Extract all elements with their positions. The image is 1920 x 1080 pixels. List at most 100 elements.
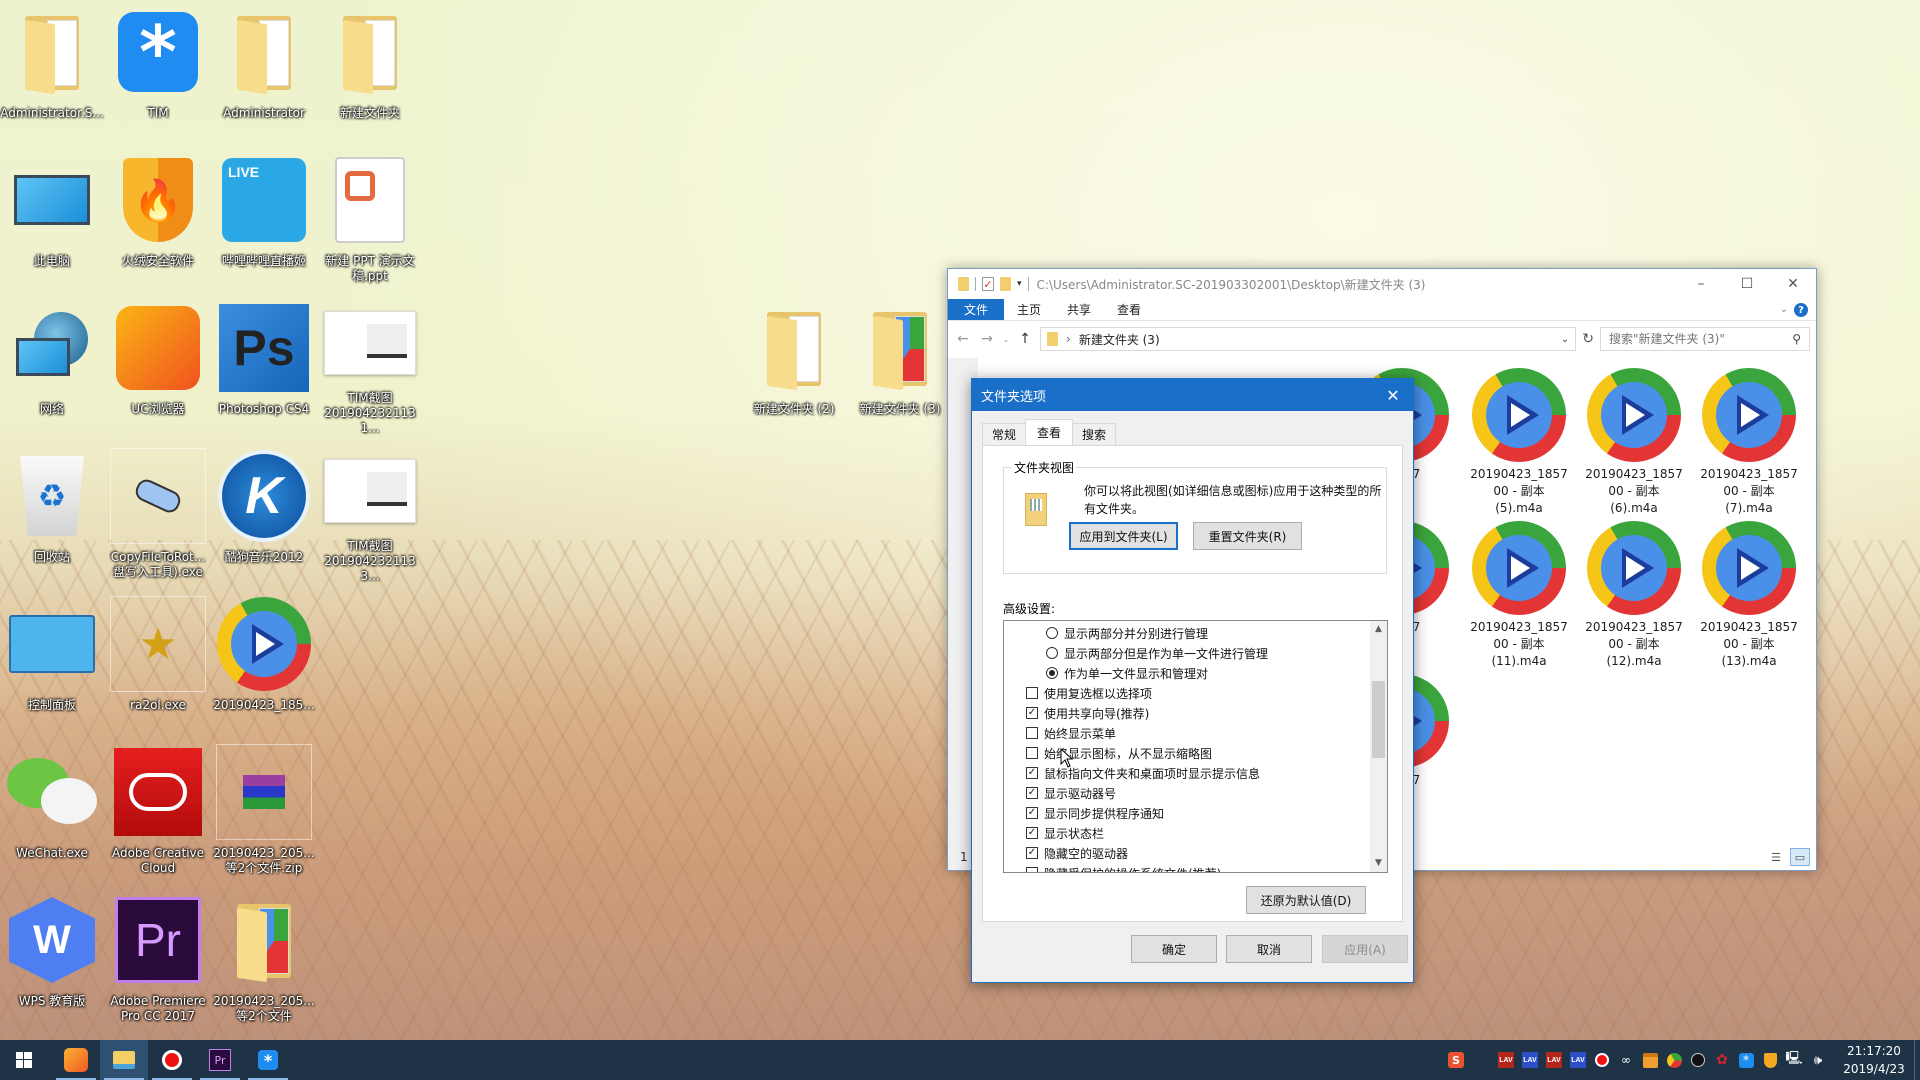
scroll-up-icon[interactable]: ▲ (1370, 621, 1387, 638)
radio-selected[interactable] (1046, 667, 1058, 679)
record-icon[interactable] (1590, 1040, 1614, 1080)
desktop-icon[interactable]: WeChat.exe (0, 740, 104, 880)
address-dropdown-icon[interactable]: ⌄ (1561, 334, 1569, 345)
taskbar-tim[interactable]: * (244, 1040, 292, 1080)
network-icon[interactable]: 🖳 (1782, 1040, 1806, 1080)
ok-button[interactable]: 确定 (1131, 935, 1217, 963)
checkbox-option[interactable]: ✓ 显示状态栏 (1004, 823, 1369, 843)
file-item[interactable]: 20190423_1857 00 - 副本 (7).m4a (1693, 368, 1805, 517)
window-app-icon[interactable] (1638, 1040, 1662, 1080)
clock[interactable]: 21:17:20 2019/4/23 (1834, 1042, 1914, 1078)
details-view-icon[interactable]: ☰ (1766, 848, 1786, 866)
desktop-icon[interactable]: Ps Photoshop CS4 (212, 296, 316, 436)
file-item[interactable]: 20190423_1857 00 - 副本 (11).m4a (1463, 521, 1575, 670)
checkbox-option[interactable]: 始终显示图标，从不显示缩略图 (1004, 743, 1369, 763)
search-input[interactable] (1609, 332, 1793, 346)
speaker-app-icon[interactable] (1686, 1040, 1710, 1080)
address-text[interactable]: 新建文件夹 (3) (1079, 331, 1553, 348)
creative-cloud-icon[interactable]: ∞ (1614, 1040, 1638, 1080)
desktop-icon[interactable]: * TIM (106, 0, 210, 140)
desktop-icon[interactable]: 新建文件夹 (3) (848, 296, 952, 436)
checkbox-unchecked[interactable] (1026, 727, 1038, 739)
scroll-down-icon[interactable]: ▼ (1370, 855, 1387, 872)
desktop-icon[interactable]: LIVE 哔哩哔哩直播姬 (212, 148, 316, 288)
customize-toolbar-icon[interactable]: ▾ (1017, 279, 1022, 289)
checkbox-checked[interactable]: ✓ (1026, 707, 1038, 719)
radio-option[interactable]: 显示两部分并分别进行管理 (1004, 623, 1369, 643)
checkbox-checked[interactable]: ✓ (1026, 787, 1038, 799)
desktop-icon[interactable]: 20190423_205... 等2个文件 (212, 888, 316, 1028)
checkbox-option[interactable]: ✓ 使用共享向导(推荐) (1004, 703, 1369, 723)
checkbox-unchecked[interactable] (1026, 867, 1038, 872)
desktop-icon[interactable]: 新建 PPT 演示文稿.ppt (318, 148, 422, 288)
file-item[interactable]: 20190423_1857 00 - 副本 (5).m4a (1463, 368, 1575, 517)
back-arrow-icon[interactable]: ← (954, 331, 972, 347)
search-icon[interactable]: ⚲ (1792, 332, 1801, 346)
media-player-icon[interactable] (1662, 1040, 1686, 1080)
desktop-icon[interactable]: 🔥 火绒安全软件 (106, 148, 210, 288)
desktop-icon[interactable]: Administrator (212, 0, 316, 140)
flower-app-icon[interactable]: ✿ (1710, 1040, 1734, 1080)
checkbox-checked[interactable]: ✓ (1026, 767, 1038, 779)
radio-unselected[interactable] (1046, 627, 1058, 639)
checkbox-option[interactable]: ✓ 显示驱动器号 (1004, 783, 1369, 803)
radio-unselected[interactable] (1046, 647, 1058, 659)
help-icon[interactable]: ? (1794, 303, 1808, 317)
taskbar-uc-browser[interactable] (52, 1040, 100, 1080)
lav-video-icon[interactable]: LAV (1518, 1040, 1542, 1080)
checkbox-option[interactable]: 隐藏受保护的操作系统文件(推荐) (1004, 863, 1369, 872)
file-item[interactable]: 20190423_1857 00 - 副本 (6).m4a (1578, 368, 1690, 517)
huorong-shield-icon[interactable] (1758, 1040, 1782, 1080)
desktop-icon[interactable]: 新建文件夹 (2) (742, 296, 846, 436)
up-arrow-icon[interactable]: ↑ (1016, 331, 1034, 347)
taskbar-recorder[interactable] (148, 1040, 196, 1080)
forward-arrow-icon[interactable]: → (978, 331, 996, 347)
large-icons-view-icon[interactable]: ▭ (1790, 848, 1810, 866)
reset-folders-button[interactable]: 重置文件夹(R) (1193, 522, 1302, 550)
expand-ribbon-icon[interactable]: ⌄ (1780, 304, 1788, 315)
close-button[interactable]: ✕ (1770, 269, 1816, 299)
desktop-icon[interactable]: 此电脑 (0, 148, 104, 288)
checkbox-option[interactable]: 始终显示菜单 (1004, 723, 1369, 743)
checkbox-checked[interactable]: ✓ (1026, 827, 1038, 839)
desktop-icon[interactable]: Pr Adobe Premiere Pro CC 2017 (106, 888, 210, 1028)
lav-video-icon[interactable]: LAV (1566, 1040, 1590, 1080)
scrollbar[interactable]: ▲ ▼ (1370, 621, 1387, 872)
tab-general[interactable]: 常规 (982, 423, 1027, 445)
start-button[interactable] (0, 1040, 48, 1080)
radio-option[interactable]: 显示两部分但是作为单一文件进行管理 (1004, 643, 1369, 663)
checkbox-unchecked[interactable] (1026, 747, 1038, 759)
desktop-icon[interactable]: 20190423_205... 等2个文件.zip (212, 740, 316, 880)
checkbox-checked[interactable]: ✓ (1026, 807, 1038, 819)
desktop-icon[interactable]: TIM截图 2019042321133... (318, 444, 422, 584)
checkbox-unchecked[interactable] (1026, 687, 1038, 699)
desktop-icon[interactable]: UC浏览器 (106, 296, 210, 436)
taskbar-premiere[interactable]: Pr (196, 1040, 244, 1080)
desktop-icon[interactable]: 新建文件夹 (318, 0, 422, 140)
checkbox-checked[interactable]: ✓ (1026, 847, 1038, 859)
apply-button[interactable]: 应用(A) (1322, 935, 1408, 963)
tab-home[interactable]: 主页 (1004, 299, 1054, 320)
tab-view[interactable]: 查看 (1104, 299, 1154, 320)
sogou-input-icon[interactable]: S (1444, 1040, 1468, 1080)
refresh-icon[interactable]: ↻ (1582, 331, 1594, 347)
new-folder-icon[interactable] (1000, 277, 1011, 291)
lav-audio-icon[interactable]: LAV (1542, 1040, 1566, 1080)
checkbox-option[interactable]: ✓ 鼠标指向文件夹和桌面项时显示提示信息 (1004, 763, 1369, 783)
minimize-button[interactable]: – (1678, 269, 1724, 299)
search-box[interactable]: ⚲ (1600, 327, 1810, 351)
desktop-icon[interactable]: 网络 (0, 296, 104, 436)
desktop-icon[interactable]: K 酷狗音乐2012 (212, 444, 316, 584)
radio-option[interactable]: 作为单一文件显示和管理对 (1004, 663, 1369, 683)
checkbox-option[interactable]: 使用复选框以选择项 (1004, 683, 1369, 703)
volume-icon[interactable]: 🕪 (1806, 1040, 1830, 1080)
dialog-close-icon[interactable]: ✕ (1373, 386, 1413, 405)
desktop-icon[interactable]: 20190423_185... (212, 592, 316, 732)
maximize-button[interactable]: ☐ (1724, 269, 1770, 299)
desktop-icon[interactable]: Administrator.S... (0, 0, 104, 140)
desktop-icon[interactable]: CopyFileToRot... 盘写入工具).exe (106, 444, 210, 584)
lav-audio-icon[interactable]: LAV (1494, 1040, 1518, 1080)
file-item[interactable]: 20190423_1857 00 - 副本 (13).m4a (1693, 521, 1805, 670)
address-bar[interactable]: › 新建文件夹 (3) ⌄ (1040, 327, 1577, 351)
desktop-icon[interactable]: W WPS 教育版 (0, 888, 104, 1028)
